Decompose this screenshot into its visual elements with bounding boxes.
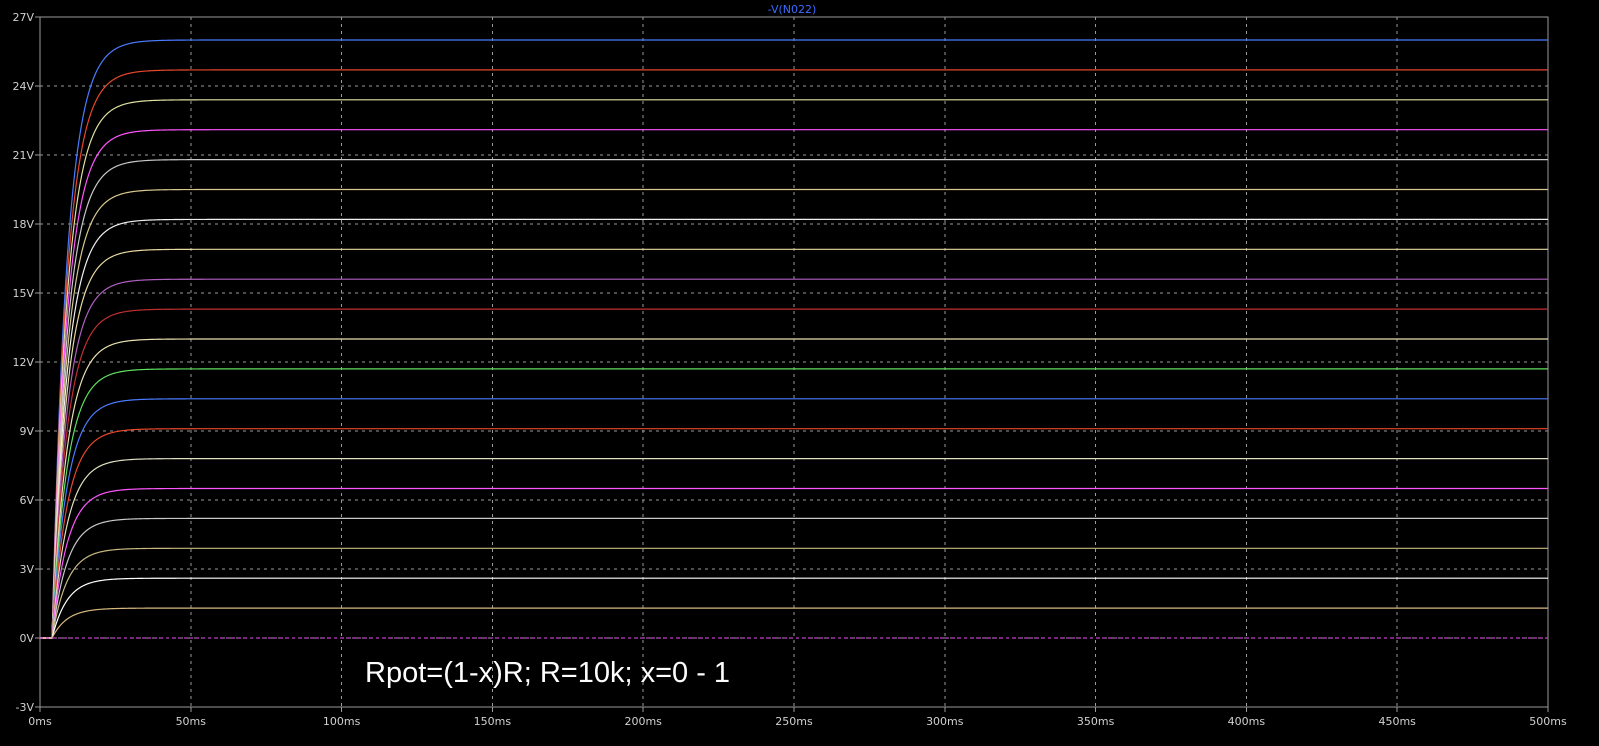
y-tick-label: 15V: [12, 287, 34, 300]
y-tick-label: 18V: [12, 218, 34, 231]
x-tick-label: 150ms: [474, 715, 512, 728]
grid: [40, 17, 1548, 707]
y-tick-label: 12V: [12, 356, 34, 369]
x-tick-label: 0ms: [28, 715, 52, 728]
waveform-plot[interactable]: 0ms 50ms 100ms 150ms 200ms 250ms 300ms 350ms 400…: [0, 0, 1599, 746]
x-tick-label: 100ms: [323, 715, 361, 728]
y-tick-label: 0V: [19, 632, 34, 645]
x-tick-label: 300ms: [926, 715, 964, 728]
y-tick-label: 9V: [19, 425, 34, 438]
x-tick-label: 450ms: [1378, 715, 1416, 728]
annotation-text: Rpot=(1-x)R; R=10k; x=0 - 1: [365, 657, 730, 689]
y-tick-label: 24V: [12, 80, 34, 93]
y-tick-label: 27V: [12, 11, 34, 24]
x-tick-label: 400ms: [1228, 715, 1266, 728]
series-group: [40, 39, 1549, 639]
x-tick-label: 200ms: [624, 715, 662, 728]
x-tick-label: 500ms: [1529, 715, 1567, 728]
x-tick-label: 350ms: [1077, 715, 1115, 728]
y-tick-label: -3V: [16, 701, 35, 714]
trace-title[interactable]: -V(N022): [768, 3, 817, 16]
y-tick-label: 6V: [19, 494, 34, 507]
chart-window: 0ms 50ms 100ms 150ms 200ms 250ms 300ms 350ms 400…: [0, 0, 1599, 746]
y-tick-label: 3V: [19, 563, 34, 576]
x-tick-label: 50ms: [176, 715, 207, 728]
x-tick-label: 250ms: [775, 715, 813, 728]
y-tick-label: 21V: [12, 149, 34, 162]
